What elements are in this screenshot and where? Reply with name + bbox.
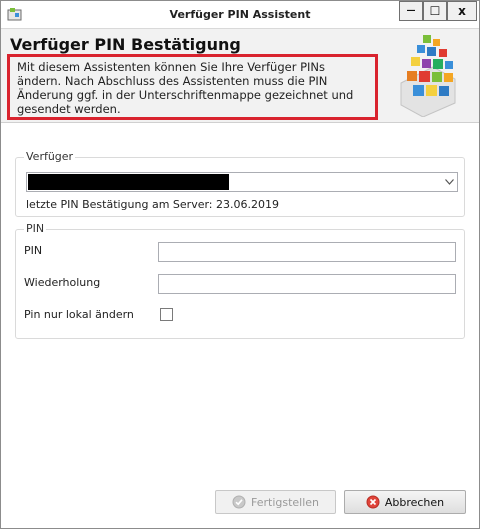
description-text: Mit diesem Assistenten können Sie Ihre V… <box>17 60 354 116</box>
pin-assistant-window: Verfüger PIN Assistent — ☐ x Verfüger PI… <box>0 0 480 529</box>
finish-button[interactable]: Fertigstellen <box>215 490 336 514</box>
verfueger-group: Verfüger letzte PIN Bestätigung am Serve… <box>15 150 465 217</box>
local-only-checkbox[interactable] <box>160 308 173 321</box>
verfueger-legend: Verfüger <box>24 150 76 163</box>
pin-group: PIN PIN Wiederholung Pin nur lokal änder… <box>15 222 465 339</box>
verfueger-selected-value <box>28 174 229 190</box>
title-bar[interactable]: Verfüger PIN Assistent — ☐ x <box>1 1 479 29</box>
finish-label: Fertigstellen <box>250 495 320 509</box>
red-x-circle-icon <box>366 495 380 509</box>
close-icon: x <box>458 4 466 18</box>
maximize-icon: ☐ <box>429 4 441 18</box>
verfueger-select[interactable] <box>26 172 458 192</box>
minimize-icon: — <box>406 6 416 16</box>
close-button[interactable]: x <box>447 1 477 21</box>
pin-legend: PIN <box>24 222 47 235</box>
colored-blocks-logo <box>393 31 463 118</box>
local-only-label: Pin nur lokal ändern <box>24 308 134 321</box>
maximize-button[interactable]: ☐ <box>423 1 447 21</box>
last-pin-confirmation: letzte PIN Bestätigung am Server: 23.06.… <box>26 198 279 211</box>
pin-repeat-input[interactable] <box>158 274 456 294</box>
cancel-label: Abbrechen <box>384 495 445 509</box>
pin-input[interactable] <box>158 242 456 262</box>
check-circle-icon <box>232 495 246 509</box>
pin-label: PIN <box>24 244 43 257</box>
page-title: Verfüger PIN Bestätigung <box>10 35 241 54</box>
description-box: Mit diesem Assistenten können Sie Ihre V… <box>7 54 378 120</box>
cancel-button[interactable]: Abbrechen <box>344 490 466 514</box>
repeat-label: Wiederholung <box>24 276 101 289</box>
minimize-button[interactable]: — <box>399 1 423 21</box>
wizard-header: Verfüger PIN Bestätigung Mit diesem Assi… <box>1 29 479 123</box>
chevron-down-icon[interactable] <box>442 175 455 189</box>
